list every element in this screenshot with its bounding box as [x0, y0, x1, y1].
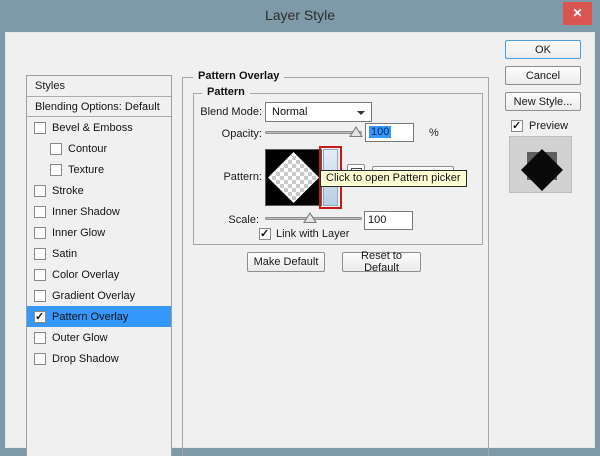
checkbox[interactable]	[34, 247, 46, 260]
sidebar-item-bevel-emboss[interactable]: Bevel & Emboss	[27, 117, 171, 138]
checkbox[interactable]	[34, 205, 46, 218]
checkbox[interactable]	[34, 226, 46, 239]
link-with-layer-checkbox[interactable]	[259, 227, 271, 240]
checkbox[interactable]	[34, 310, 46, 323]
sidebar-item-label: Drop Shadow	[52, 352, 119, 365]
opacity-slider-track[interactable]	[265, 131, 362, 134]
scale-value: 100	[368, 214, 387, 226]
opacity-label: Opacity:	[221, 128, 262, 140]
checker-diamond-pattern	[268, 152, 319, 203]
opacity-field[interactable]: 100	[365, 123, 414, 142]
sidebar-item-label: Inner Glow	[52, 226, 106, 239]
title-bar: Layer Style ✕	[0, 0, 600, 32]
opacity-slider[interactable]	[265, 124, 363, 140]
blend-mode-value: Normal	[272, 106, 308, 118]
sidebar-item-inner-shadow[interactable]: Inner Shadow	[27, 201, 171, 222]
window-title: Layer Style	[264, 7, 336, 23]
layer-style-dialog: Layer Style ✕ Styles Blending Options: D…	[0, 0, 600, 456]
sidebar-item-label: Pattern Overlay	[52, 310, 129, 323]
sidebar-item-blending-options-default[interactable]: Blending Options: Default	[27, 97, 171, 117]
panel-title: Pattern Overlay	[193, 70, 285, 82]
sidebar-item-color-overlay[interactable]: Color Overlay	[27, 264, 171, 285]
pattern-label: Pattern:	[223, 171, 262, 183]
sidebar-item-label: Contour	[68, 142, 108, 155]
group-title: Pattern	[202, 86, 250, 98]
sidebar-item-label: Blending Options: Default	[35, 100, 160, 113]
sidebar-item-gradient-overlay[interactable]: Gradient Overlay	[27, 285, 171, 306]
close-button[interactable]: ✕	[563, 2, 592, 25]
link-with-layer-label: Link with Layer	[276, 228, 350, 240]
sidebar-item-stroke[interactable]: Stroke	[27, 180, 171, 201]
sidebar-item-pattern-overlay[interactable]: Pattern Overlay	[27, 306, 171, 327]
scale-field[interactable]: 100	[364, 211, 413, 230]
pattern-overlay-panel: Pattern Overlay Pattern Blend Mode: Norm…	[182, 70, 489, 456]
sidebar-item-label: Bevel & Emboss	[52, 121, 133, 134]
checkbox[interactable]	[34, 331, 46, 344]
styles-list-header[interactable]: Styles	[27, 76, 171, 97]
checkbox[interactable]	[50, 142, 62, 155]
blend-mode-label: Blend Mode:	[200, 106, 262, 118]
sidebar-item-label: Texture	[68, 163, 105, 176]
scale-label: Scale:	[228, 214, 259, 226]
opacity-slider-thumb[interactable]	[349, 126, 363, 137]
checkbox[interactable]	[34, 352, 46, 365]
reset-to-default-button[interactable]: Reset to Default	[342, 250, 421, 274]
opacity-unit: %	[429, 127, 439, 139]
sidebar-item-inner-glow[interactable]: Inner Glow	[27, 222, 171, 243]
sidebar-item-label: Gradient Overlay	[52, 289, 136, 302]
scale-slider[interactable]	[265, 210, 362, 226]
preview-label: Preview	[529, 120, 569, 132]
sidebar-item-label: Outer Glow	[52, 331, 108, 344]
chevron-down-icon	[357, 111, 365, 115]
tooltip: Click to open Pattern picker	[320, 170, 467, 187]
pattern-thumbnail[interactable]	[265, 149, 322, 206]
styles-list: Styles Blending Options: Default Bevel & …	[26, 75, 172, 456]
opacity-value: 100	[369, 126, 392, 138]
new-style-button[interactable]: New Style...	[505, 92, 581, 111]
blend-mode-dropdown[interactable]: Normal	[265, 102, 372, 122]
sidebar-item-label: Stroke	[52, 184, 84, 197]
scale-slider-thumb[interactable]	[303, 212, 317, 223]
preview-checkbox[interactable]	[511, 119, 523, 132]
checkbox[interactable]	[34, 289, 46, 302]
sidebar-item-satin[interactable]: Satin	[27, 243, 171, 264]
checkbox[interactable]	[34, 268, 46, 281]
sidebar-item-outer-glow[interactable]: Outer Glow	[27, 327, 171, 348]
ok-button[interactable]: OK	[505, 40, 581, 59]
style-preview-thumbnail	[509, 136, 572, 193]
checkbox[interactable]	[34, 184, 46, 197]
make-default-button[interactable]: Make Default	[247, 252, 325, 272]
checkbox[interactable]	[34, 121, 46, 134]
sidebar-item-contour[interactable]: Contour	[27, 138, 171, 159]
sidebar-item-texture[interactable]: Texture	[27, 159, 171, 180]
sidebar-item-drop-shadow[interactable]: Drop Shadow	[27, 348, 171, 369]
sidebar-item-label: Satin	[52, 247, 78, 260]
cancel-button[interactable]: Cancel	[505, 66, 581, 85]
sidebar-item-label: Color Overlay	[52, 268, 120, 281]
sidebar-item-label: Inner Shadow	[52, 205, 120, 218]
checkbox[interactable]	[50, 163, 62, 176]
